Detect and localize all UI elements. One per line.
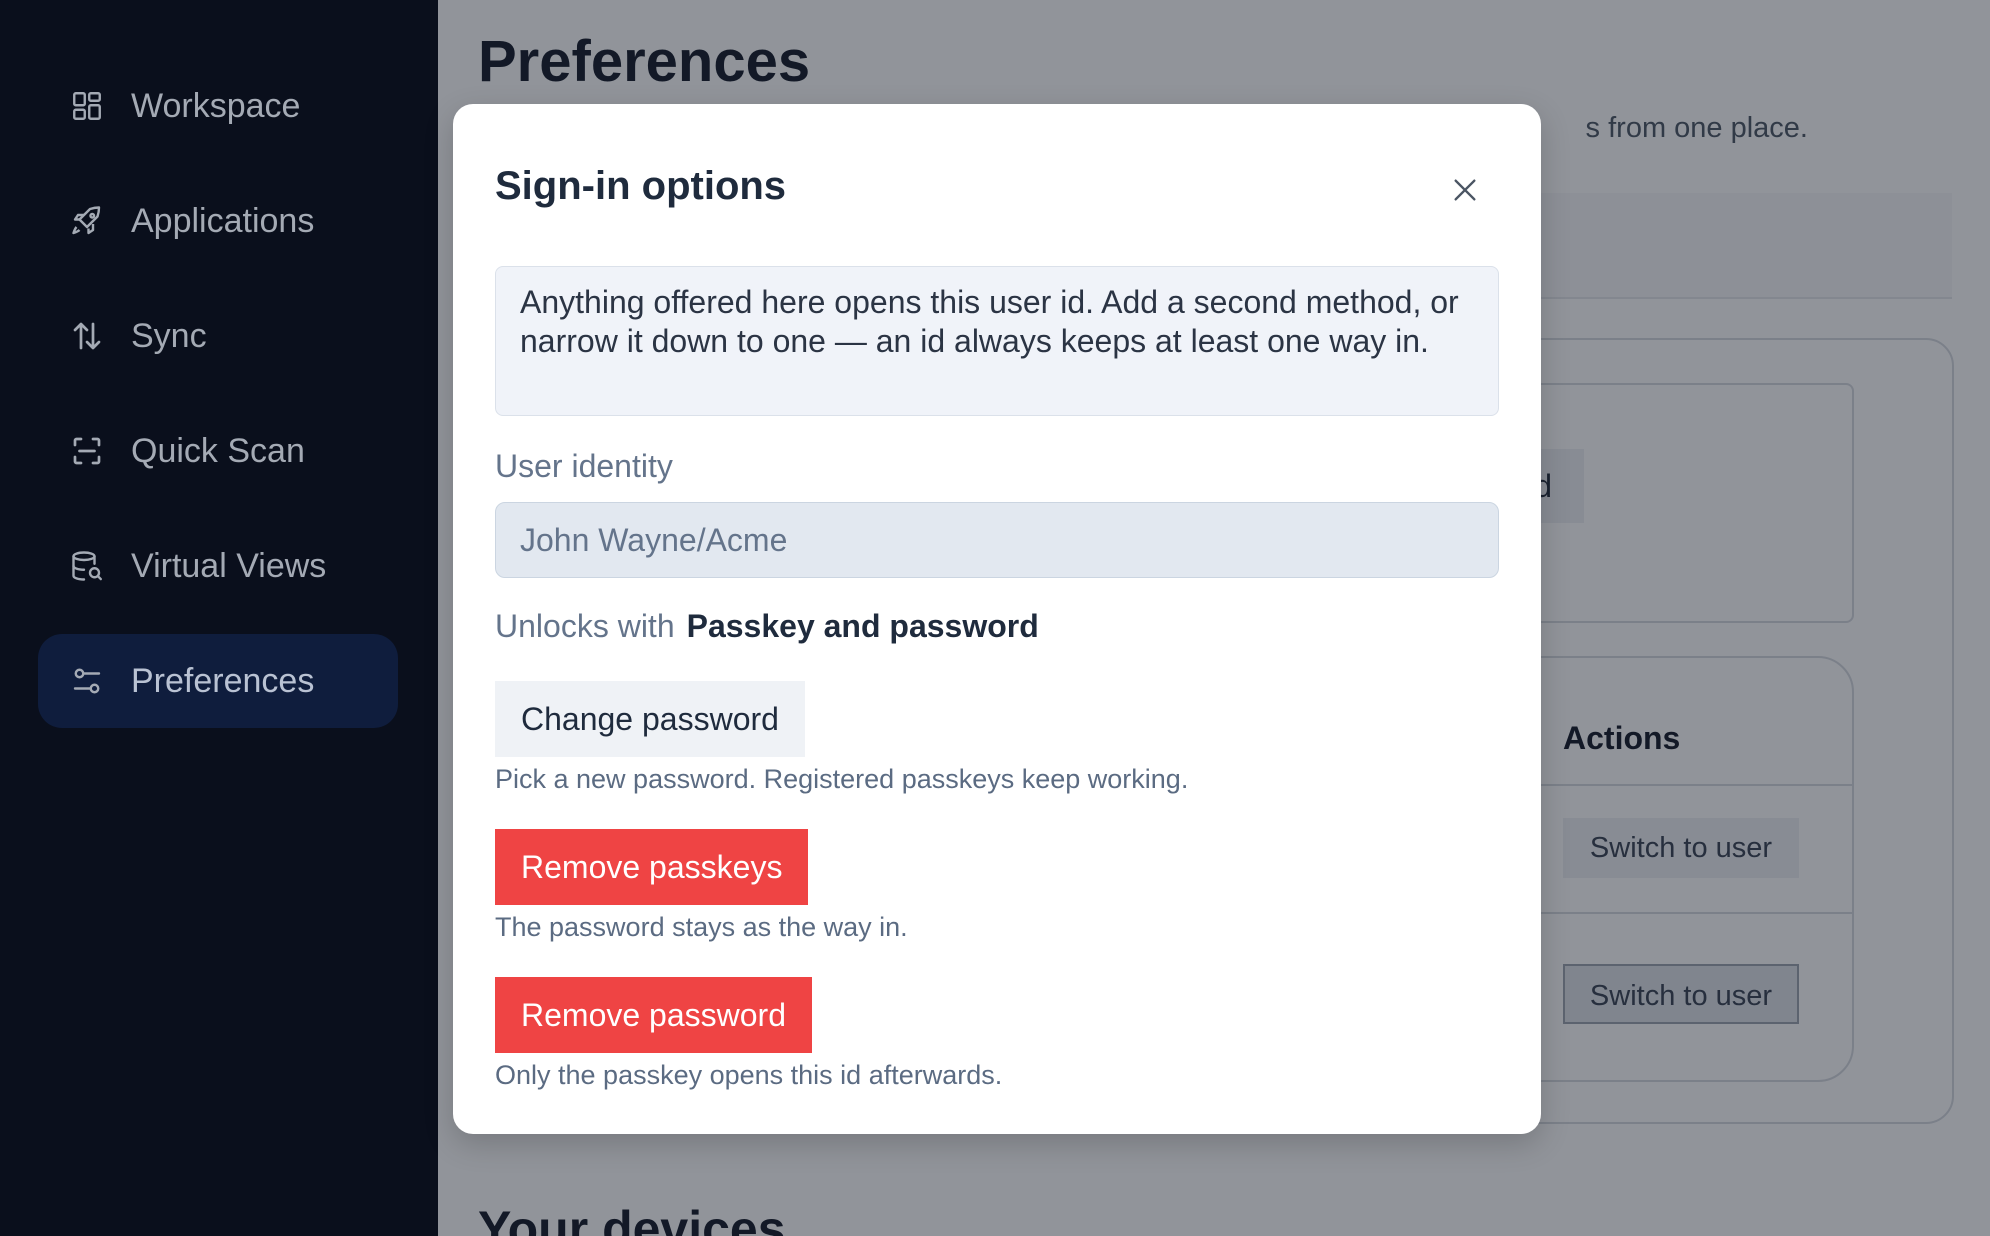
sidebar-item-label: Preferences bbox=[131, 661, 315, 700]
sidebar-item-preferences[interactable]: Preferences bbox=[38, 634, 398, 728]
remove-password-button[interactable]: Remove password bbox=[495, 977, 812, 1053]
sidebar-item-label: Workspace bbox=[131, 86, 301, 125]
sidebar-item-sync[interactable]: Sync bbox=[38, 289, 398, 383]
user-identity-label: User identity bbox=[495, 448, 673, 484]
sidebar-item-workspace[interactable]: Workspace bbox=[38, 59, 398, 153]
sliders-icon bbox=[69, 663, 105, 699]
scan-icon bbox=[69, 433, 105, 469]
grid-icon bbox=[69, 88, 105, 124]
close-icon bbox=[1454, 179, 1476, 201]
unlocks-label: Unlocks with bbox=[495, 608, 675, 644]
rocket-icon bbox=[69, 203, 105, 239]
arrows-up-down-icon bbox=[69, 318, 105, 354]
remove-passkeys-button[interactable]: Remove passkeys bbox=[495, 829, 809, 905]
change-password-button[interactable]: Change password bbox=[495, 681, 805, 757]
user-identity-field[interactable] bbox=[495, 502, 1499, 578]
remove-passkeys-hint: The password stays as the way in. bbox=[495, 912, 908, 942]
unlocks-value: Passkey and password bbox=[686, 608, 1039, 644]
sidebar-item-quick-scan[interactable]: Quick Scan bbox=[38, 404, 398, 498]
unlocks-with-row: Unlocks with Passkey and password bbox=[495, 608, 1039, 645]
database-search-icon bbox=[69, 548, 105, 584]
sidebar-item-applications[interactable]: Applications bbox=[38, 174, 398, 268]
sidebar-item-virtual-views[interactable]: Virtual Views bbox=[38, 519, 398, 613]
sidebar-item-label: Quick Scan bbox=[131, 431, 305, 470]
remove-password-hint: Only the passkey opens this id afterward… bbox=[495, 1060, 1003, 1090]
close-button[interactable] bbox=[1441, 166, 1489, 214]
sidebar-item-label: Virtual Views bbox=[131, 546, 327, 585]
sign-in-options-dialog: Sign-in options Anything offered here op… bbox=[453, 104, 1541, 1134]
sidebar-item-label: Applications bbox=[131, 201, 315, 240]
info-callout: Anything offered here opens this user id… bbox=[495, 266, 1499, 416]
change-password-hint: Pick a new password. Registered passkeys… bbox=[495, 764, 1189, 794]
sidebar: Workspace Applications Sync Quick Scan V… bbox=[0, 0, 438, 1236]
sidebar-item-label: Sync bbox=[131, 316, 207, 355]
dialog-title: Sign-in options bbox=[495, 164, 787, 208]
